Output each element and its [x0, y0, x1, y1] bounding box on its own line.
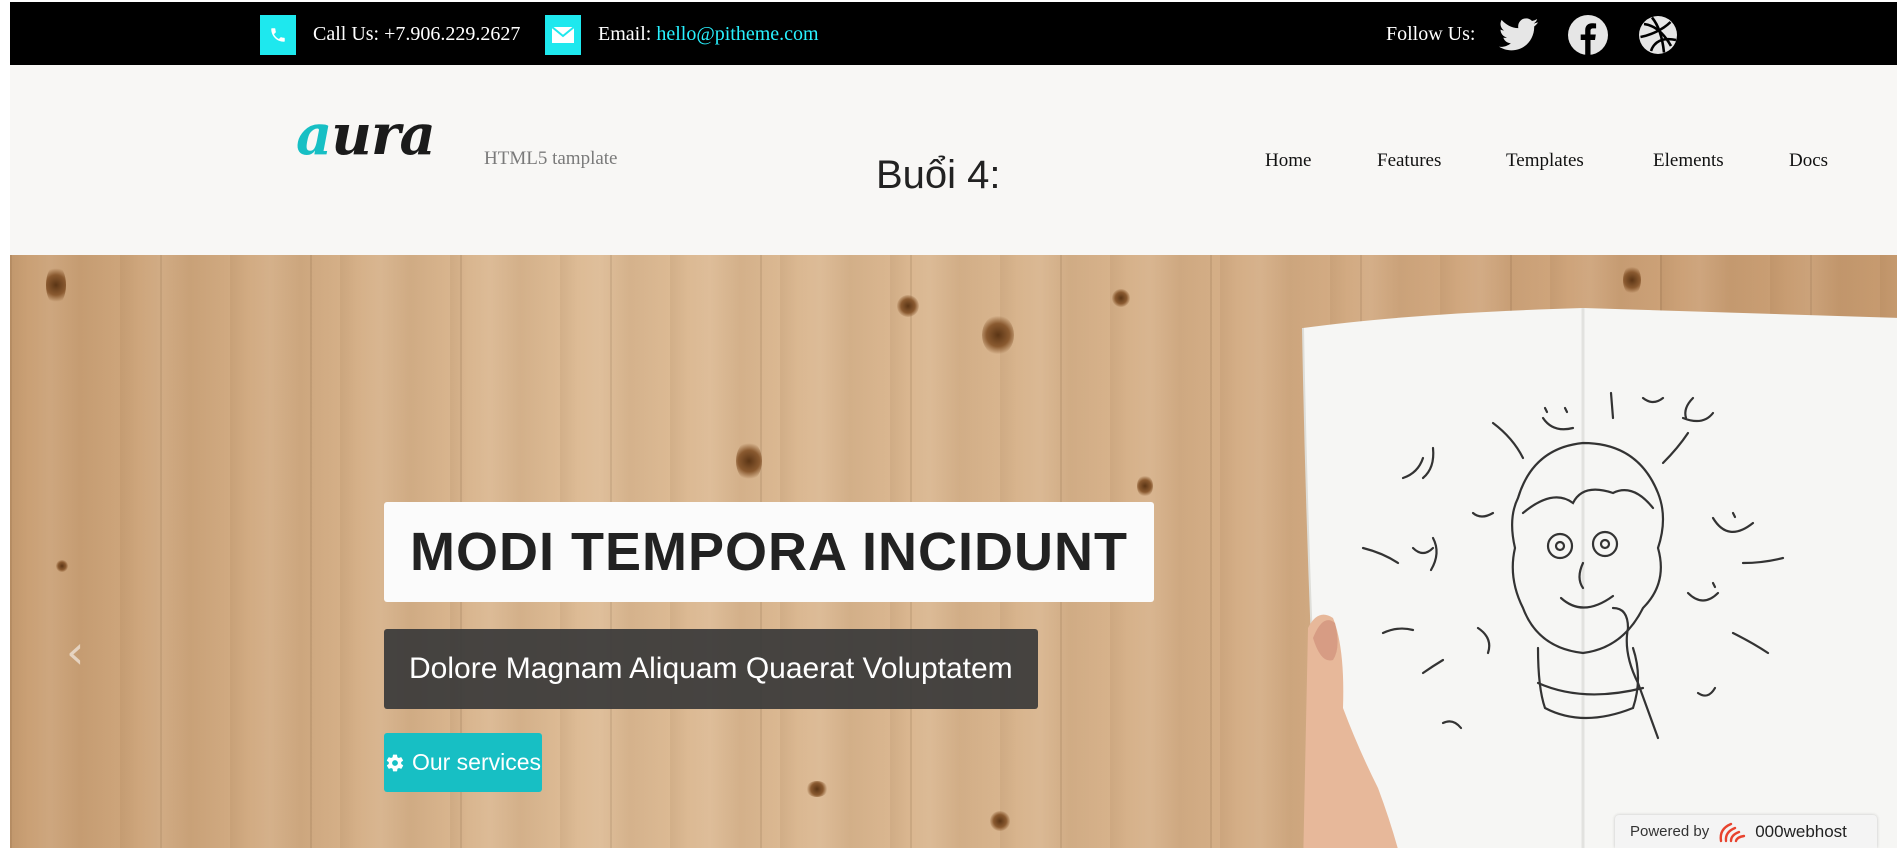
brand-label: 000webhost — [1755, 821, 1847, 841]
hero-title: MODI TEMPORA INCIDUNT — [384, 502, 1154, 602]
email-link[interactable]: hello@pitheme.com — [656, 23, 818, 45]
mail-icon — [545, 15, 581, 55]
wood-knot — [982, 315, 1014, 355]
phone-text: Call Us: +7.906.229.2627 — [313, 23, 521, 45]
nav-docs[interactable]: Docs — [1789, 150, 1828, 172]
our-services-label: Our services — [411, 749, 542, 775]
wood-knot — [1623, 265, 1641, 295]
nav-templates[interactable]: Templates — [1506, 150, 1584, 172]
follow-label: Follow Us: — [1386, 23, 1476, 45]
facebook-icon[interactable] — [1567, 14, 1609, 56]
our-services-button[interactable]: Our services — [384, 733, 542, 792]
top-bar: Call Us: +7.906.229.2627 Email: hello@pi… — [10, 2, 1897, 65]
wood-knot — [1112, 289, 1130, 307]
nav-elements[interactable]: Elements — [1653, 150, 1724, 172]
site-header: aura HTML5 tamplate Buổi 4: Home Feature… — [10, 65, 1897, 255]
phone-icon — [260, 15, 296, 55]
wood-knot — [56, 560, 68, 572]
wood-knot — [990, 811, 1010, 831]
tagline: HTML5 tamplate — [484, 148, 618, 169]
aura-logo[interactable]: aura — [296, 107, 436, 163]
powered-by-badge[interactable]: Powered by 000webhost — [1615, 815, 1877, 848]
session-label: Buổi 4: — [876, 153, 1001, 197]
email-label: Email: — [598, 23, 652, 45]
nav-home[interactable]: Home — [1265, 150, 1311, 172]
dribbble-icon[interactable] — [1637, 14, 1679, 56]
powered-by-label: Powered by — [1630, 823, 1710, 840]
hero-subtitle: Dolore Magnam Aliquam Quaerat Voluptatem — [384, 629, 1038, 709]
wood-knot — [1137, 475, 1153, 497]
notebook-illustration — [1302, 308, 1897, 848]
hero-slider: ‹ MODI TEMPORA INCIDUNT Dolore Magnam Al… — [10, 255, 1897, 848]
twitter-icon[interactable] — [1498, 14, 1540, 56]
nav-features[interactable]: Features — [1377, 150, 1441, 172]
wood-knot — [46, 265, 66, 305]
wood-knot — [897, 295, 919, 317]
wood-knot — [736, 441, 762, 481]
000webhost-logo-icon — [1719, 822, 1746, 842]
wood-knot — [806, 781, 828, 797]
slider-prev-arrow[interactable]: ‹ — [66, 625, 84, 679]
email-contact: Email: hello@pitheme.com — [598, 23, 819, 46]
gear-icon — [386, 754, 404, 771]
